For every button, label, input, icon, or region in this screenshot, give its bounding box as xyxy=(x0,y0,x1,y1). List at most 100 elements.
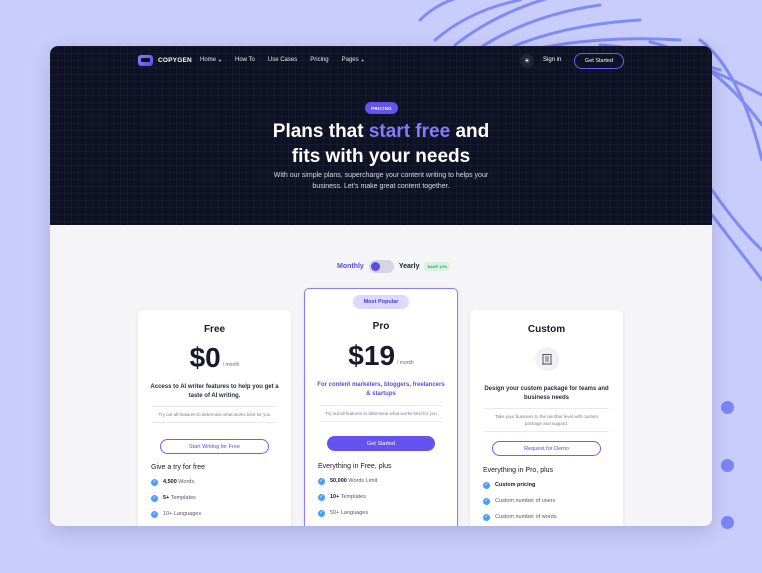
features-title: Everything in Pro, plus xyxy=(483,467,554,474)
yearly-label[interactable]: Yearly xyxy=(399,263,420,270)
plan-card-free: Free $0 / month Access to AI writer feat… xyxy=(138,310,291,526)
feature-bold: 50,000 xyxy=(330,478,347,484)
features-title: Give a try for free xyxy=(151,464,206,471)
feature-text: Custom number of users xyxy=(495,498,556,504)
list-item: ✓ 4,500 Words xyxy=(151,474,201,490)
get-started-nav-button[interactable]: Get Started xyxy=(574,53,624,69)
feature-text: Templates xyxy=(169,495,196,501)
price-block: $19 / month xyxy=(305,342,457,370)
feature-text: Words xyxy=(176,479,195,485)
title-line-2: fits with your needs xyxy=(291,146,471,167)
check-icon: ✓ xyxy=(483,497,490,505)
hero-subtitle: With our simple plans, supercharge your … xyxy=(256,170,506,192)
plan-note: Take your business to the another level … xyxy=(484,408,609,432)
nav-item-use-cases[interactable]: Use Cases xyxy=(268,57,297,63)
check-icon: ✓ xyxy=(318,477,325,485)
building-icon-svg xyxy=(542,354,552,365)
most-popular-badge: Most Popular xyxy=(353,295,409,309)
start-free-button[interactable]: Start Writing for Free xyxy=(160,439,269,454)
nav-item-label: How To xyxy=(234,57,255,63)
list-item: ✓ Custom pricing xyxy=(483,477,556,493)
sun-icon[interactable]: ☀ xyxy=(520,54,534,68)
billing-toggle[interactable] xyxy=(368,259,394,273)
plan-price: $0 xyxy=(189,342,221,373)
nav-item-label: Pages xyxy=(341,57,359,63)
plan-description: For content marketers, bloggers, freelan… xyxy=(317,382,445,397)
toggle-knob xyxy=(370,261,380,271)
pricing-badge: PRICING xyxy=(365,102,398,114)
list-item: ✓ Custom number of words xyxy=(483,509,556,525)
logo-icon xyxy=(138,55,153,66)
nav-item-label: Pricing xyxy=(310,57,329,63)
plan-name: Custom xyxy=(527,324,566,335)
check-icon: ✓ xyxy=(318,509,325,517)
feature-list: ✓ 4,500 Words ✓ 5+ Templates ✓ 10+ Language… xyxy=(151,474,201,522)
feature-text: 10+ Languages xyxy=(163,511,202,517)
plan-description: Access to AI writer features to help you… xyxy=(150,384,279,399)
check-icon: ✓ xyxy=(151,494,158,502)
feature-text: Templates xyxy=(339,494,366,500)
decor-dot xyxy=(721,459,734,472)
browser-window: COPYGEN Home ▼ How To Use Cases Pricing P… xyxy=(50,46,712,526)
request-demo-button[interactable]: Request for Demo xyxy=(492,441,601,456)
building-icon xyxy=(535,347,559,371)
subtitle-line: With our simple plans, supercharge your … xyxy=(273,172,489,179)
price-period: / month xyxy=(222,362,240,368)
check-icon: ✓ xyxy=(318,493,325,501)
nav-item-how-to[interactable]: How To xyxy=(235,57,255,63)
list-item: ✓ 10+ Languages xyxy=(151,506,201,522)
check-icon: ✓ xyxy=(151,510,158,518)
logo[interactable]: COPYGEN xyxy=(138,55,192,66)
main-menu: Home ▼ How To Use Cases Pricing Pages ▼ xyxy=(200,57,365,63)
feature-bold: 4,500 xyxy=(163,479,177,485)
title-accent: start free xyxy=(368,121,451,142)
hero-section: COPYGEN Home ▼ How To Use Cases Pricing P… xyxy=(50,46,712,225)
nav-item-pricing[interactable]: Pricing xyxy=(310,57,328,63)
list-item: ✓ 50+ Languages xyxy=(318,505,377,521)
feature-bold: Custom pricing xyxy=(495,482,536,488)
plan-price: $19 xyxy=(348,340,396,371)
check-icon: ✓ xyxy=(151,478,158,486)
title-part: and xyxy=(450,121,490,142)
decor-dot xyxy=(721,516,734,529)
nav-item-label: Home xyxy=(200,57,217,63)
signin-link[interactable]: Sign in xyxy=(543,57,561,63)
features-title: Everything in Free, plus xyxy=(318,463,392,470)
nav-item-label: Use Cases xyxy=(267,57,298,63)
feature-text: Words Limit xyxy=(346,478,378,484)
top-nav: COPYGEN Home ▼ How To Use Cases Pricing P… xyxy=(50,46,712,78)
list-item: ✓ 10+ Templates xyxy=(318,489,377,505)
subtitle-line: business. Let's make great content toget… xyxy=(312,183,450,190)
decor-dot xyxy=(721,401,734,414)
price-period: / month xyxy=(397,360,414,366)
list-item: ✓ Custom number of users xyxy=(483,493,556,509)
list-item: ✓ 5+ Templates xyxy=(151,490,201,506)
plan-description: Design your custom package for teams and… xyxy=(484,386,609,401)
plan-card-custom: Custom Design your custom package for te… xyxy=(470,310,623,526)
plan-note: Try out all features to determine what w… xyxy=(152,406,277,423)
monthly-label[interactable]: Monthly xyxy=(337,263,364,270)
chevron-down-icon: ▼ xyxy=(360,57,365,63)
hero-title: Plans that start free and fits with your… xyxy=(181,119,581,169)
feature-list: ✓ Custom pricing ✓ Custom number of users … xyxy=(483,477,556,525)
title-part: Plans that xyxy=(272,121,369,142)
billing-toggle-row: Monthly Yearly SAVE 12% xyxy=(337,259,451,273)
price-block: $0 / month xyxy=(138,344,291,372)
plan-note: Try out all features to determine what w… xyxy=(319,405,443,422)
save-badge: SAVE 12% xyxy=(424,261,451,271)
get-started-button[interactable]: Get Started xyxy=(327,436,435,451)
nav-item-home[interactable]: Home ▼ xyxy=(200,57,222,63)
check-icon: ✓ xyxy=(483,481,490,489)
nav-item-pages[interactable]: Pages ▼ xyxy=(342,57,365,63)
chevron-down-icon: ▼ xyxy=(218,57,222,63)
plan-name: Free xyxy=(203,324,226,335)
check-icon: ✓ xyxy=(483,513,490,521)
plan-name: Pro xyxy=(372,321,390,332)
feature-text: 50+ Languages xyxy=(330,510,369,516)
feature-text: Custom number of words xyxy=(495,514,557,520)
logo-text: COPYGEN xyxy=(158,57,192,64)
plan-card-pro: Most Popular Pro $19 / month For content… xyxy=(304,288,458,526)
feature-list: ✓ 50,000 Words Limit ✓ 10+ Templates ✓ 50+ … xyxy=(318,473,377,521)
list-item: ✓ 50,000 Words Limit xyxy=(318,473,377,489)
feature-bold: 10+ xyxy=(330,494,340,500)
